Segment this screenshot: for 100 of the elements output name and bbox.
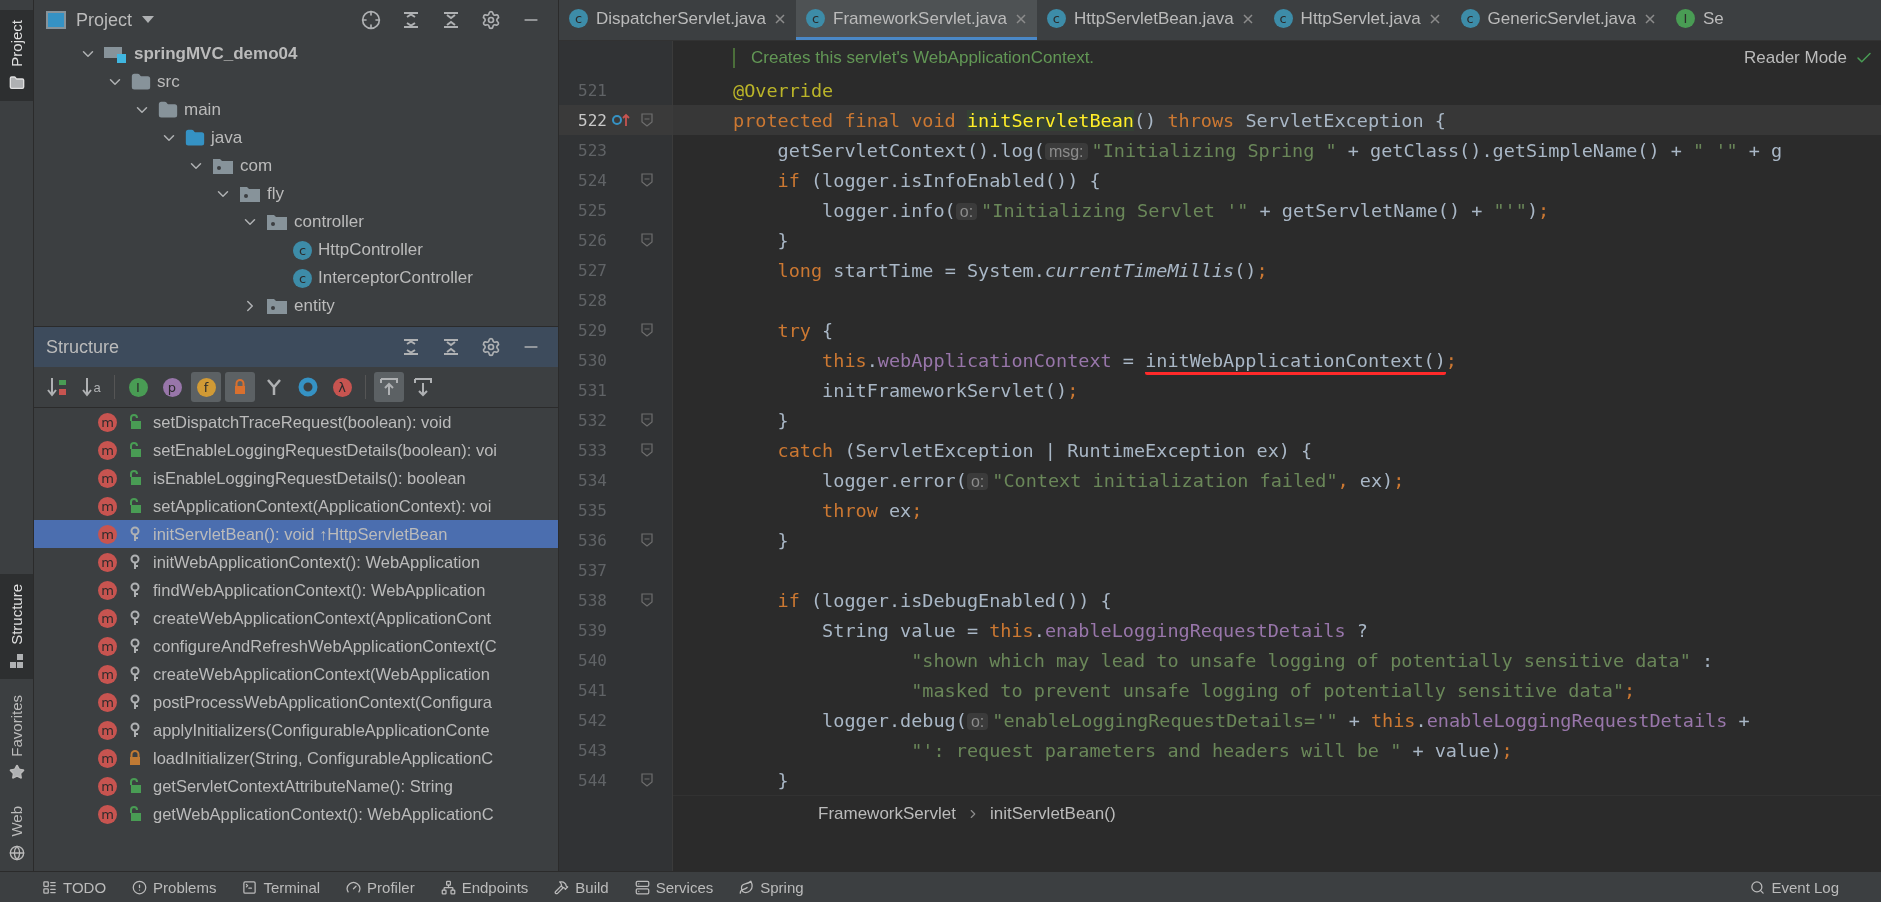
- code-line: @Override: [733, 79, 834, 101]
- code-line: "masked to prevent unsafe logging of potentially sensitive data";: [910, 679, 1636, 701]
- structure-item[interactable]: m getServletContextAttributeName(): String: [34, 772, 558, 800]
- method-icon: m: [98, 776, 117, 796]
- fold-icon[interactable]: [641, 413, 653, 427]
- breadcrumb-item[interactable]: initServletBean(): [989, 804, 1116, 824]
- tree-item[interactable]: src: [157, 72, 180, 92]
- tool-window-button[interactable]: Terminal: [242, 878, 321, 896]
- tree-item[interactable]: springMVC_demo04: [134, 44, 298, 64]
- editor-tab[interactable]: c HttpServlet.java: [1263, 0, 1451, 40]
- code-line: if (logger.isInfoEnabled()) {: [776, 169, 1101, 191]
- key-icon: [129, 666, 141, 682]
- fold-icon[interactable]: [641, 443, 653, 457]
- tool-window-button[interactable]: Spring: [739, 878, 804, 896]
- tool-window-button[interactable]: Profiler: [346, 878, 415, 896]
- lock-icon: [233, 379, 247, 395]
- close-icon[interactable]: [1014, 12, 1027, 25]
- structure-item[interactable]: m setDispatchTraceRequest(boolean): void: [34, 408, 558, 436]
- editor-tab[interactable]: c HttpServletBean.java: [1036, 0, 1264, 40]
- ring-icon: [298, 377, 318, 397]
- code-line: getServletContext().log( msg: "Initializing Spring " + getClass().getSimpleName() + " '" + g: [776, 139, 1783, 161]
- structure-item[interactable]: m findWebApplicationContext(): WebApplication: [34, 576, 558, 604]
- fork-icon: [265, 378, 283, 396]
- collapse-icon[interactable]: [442, 11, 460, 29]
- structure-item[interactable]: m getWebApplicationContext(): WebApplicationC: [34, 800, 558, 828]
- package-icon: [266, 213, 288, 231]
- tree-item[interactable]: fly: [267, 184, 284, 204]
- panel-title: Project: [76, 9, 133, 31]
- method-icon: m: [98, 440, 117, 460]
- method-icon: m: [98, 524, 117, 544]
- editor-tab[interactable]: I Se: [1665, 0, 1734, 40]
- structure-item[interactable]: m applyInitializers(ConfigurableApplicationConte: [34, 716, 558, 744]
- tool-window-button[interactable]: Services: [634, 878, 714, 896]
- code-line: protected final void initServletBean() throws ServletException {: [733, 109, 1446, 131]
- hammer-icon: [554, 879, 570, 895]
- reader-mode-link[interactable]: Reader Mode: [1744, 48, 1847, 68]
- close-icon[interactable]: [1428, 12, 1441, 25]
- open-lock-icon: [128, 498, 142, 514]
- code-line: "shown which may lead to unsafe logging of potentially sensitive data" :: [910, 649, 1714, 671]
- tool-window-tab[interactable]: Project: [0, 10, 33, 101]
- fold-icon[interactable]: [641, 593, 653, 607]
- breadcrumb-item[interactable]: FrameworkServlet: [818, 804, 956, 824]
- structure-item[interactable]: m initWebApplicationContext(): WebApplication: [34, 548, 558, 576]
- fold-icon[interactable]: [641, 533, 653, 547]
- fold-icon[interactable]: [641, 233, 653, 247]
- module-icon: [104, 45, 128, 63]
- expand-icon[interactable]: [402, 11, 420, 29]
- editor-tab[interactable]: c DispatcherServlet.java: [559, 0, 797, 40]
- tree-item[interactable]: InterceptorController: [318, 268, 473, 288]
- method-icon: m: [98, 720, 117, 740]
- collapse-icon[interactable]: [442, 338, 460, 356]
- class-icon: c: [569, 9, 588, 28]
- dropdown-icon[interactable]: [142, 16, 155, 24]
- structure-item[interactable]: m createWebApplicationContext(WebApplication: [34, 660, 558, 688]
- code-line: logger.error( o: "Context initialization failed", ex);: [821, 469, 1405, 491]
- structure-item[interactable]: m setEnableLoggingRequestDetails(boolean): voi: [34, 436, 558, 464]
- structure-item[interactable]: m initServletBean(): void ↑HttpServletBean: [34, 520, 558, 548]
- tool-window-button[interactable]: Problems: [132, 878, 217, 896]
- tool-window-tab[interactable]: Structure: [0, 573, 33, 679]
- class-icon: c: [1273, 9, 1293, 28]
- structure-item[interactable]: m postProcessWebApplicationContext(Configura: [34, 688, 558, 716]
- sort-icon: [46, 376, 68, 398]
- tree-item[interactable]: HttpController: [318, 240, 423, 260]
- tree-item[interactable]: com: [240, 156, 273, 176]
- fold-icon[interactable]: [641, 773, 653, 787]
- editor-tab[interactable]: c GenericServlet.java: [1450, 0, 1666, 40]
- tool-window-button[interactable]: TODO: [42, 878, 107, 896]
- package-icon: [266, 297, 288, 315]
- close-icon[interactable]: [774, 12, 787, 25]
- tool-window-tab[interactable]: Web: [0, 796, 33, 871]
- tool-window-tab[interactable]: Favorites: [0, 684, 33, 791]
- structure-item[interactable]: m createWebApplicationContext(ApplicationCont: [34, 604, 558, 632]
- structure-item[interactable]: m configureAndRefreshWebApplicationContext(C: [34, 632, 558, 660]
- method-icon: m: [98, 412, 117, 432]
- tree-item[interactable]: controller: [294, 212, 364, 232]
- tool-window-button[interactable]: Event Log: [1750, 878, 1839, 896]
- code-line: initFrameworkServlet();: [821, 379, 1079, 401]
- close-icon[interactable]: [1643, 12, 1656, 25]
- tree-item[interactable]: java: [211, 128, 243, 148]
- fold-icon[interactable]: [641, 323, 653, 337]
- class-icon: c: [806, 9, 826, 28]
- method-icon: m: [98, 468, 117, 488]
- editor-tab[interactable]: c FrameworkServlet.java: [796, 0, 1037, 40]
- fold-icon[interactable]: [641, 113, 653, 127]
- tree-item[interactable]: main: [184, 100, 221, 120]
- structure-item[interactable]: m isEnableLoggingRequestDetails(): boolean: [34, 464, 558, 492]
- expand-icon[interactable]: [402, 338, 420, 356]
- close-icon[interactable]: [1241, 12, 1254, 25]
- open-lock-icon: [128, 470, 142, 486]
- method-icon: m: [98, 804, 117, 824]
- tool-window-button[interactable]: Build: [554, 878, 609, 896]
- class-icon: c: [293, 240, 312, 260]
- tree-item[interactable]: entity: [294, 296, 335, 316]
- toolbar-button[interactable]: [374, 372, 404, 402]
- fold-icon[interactable]: [641, 173, 653, 187]
- interface-icon: I: [1675, 9, 1695, 28]
- structure-item[interactable]: m loadInitializer(String, ConfigurableApplicationC: [34, 744, 558, 772]
- code-line: logger.info( o: "Initializing Servlet '" + getServletName() + "'");: [821, 199, 1550, 221]
- structure-item[interactable]: m setApplicationContext(ApplicationContext): voi: [34, 492, 558, 520]
- tool-window-button[interactable]: Endpoints: [440, 878, 529, 896]
